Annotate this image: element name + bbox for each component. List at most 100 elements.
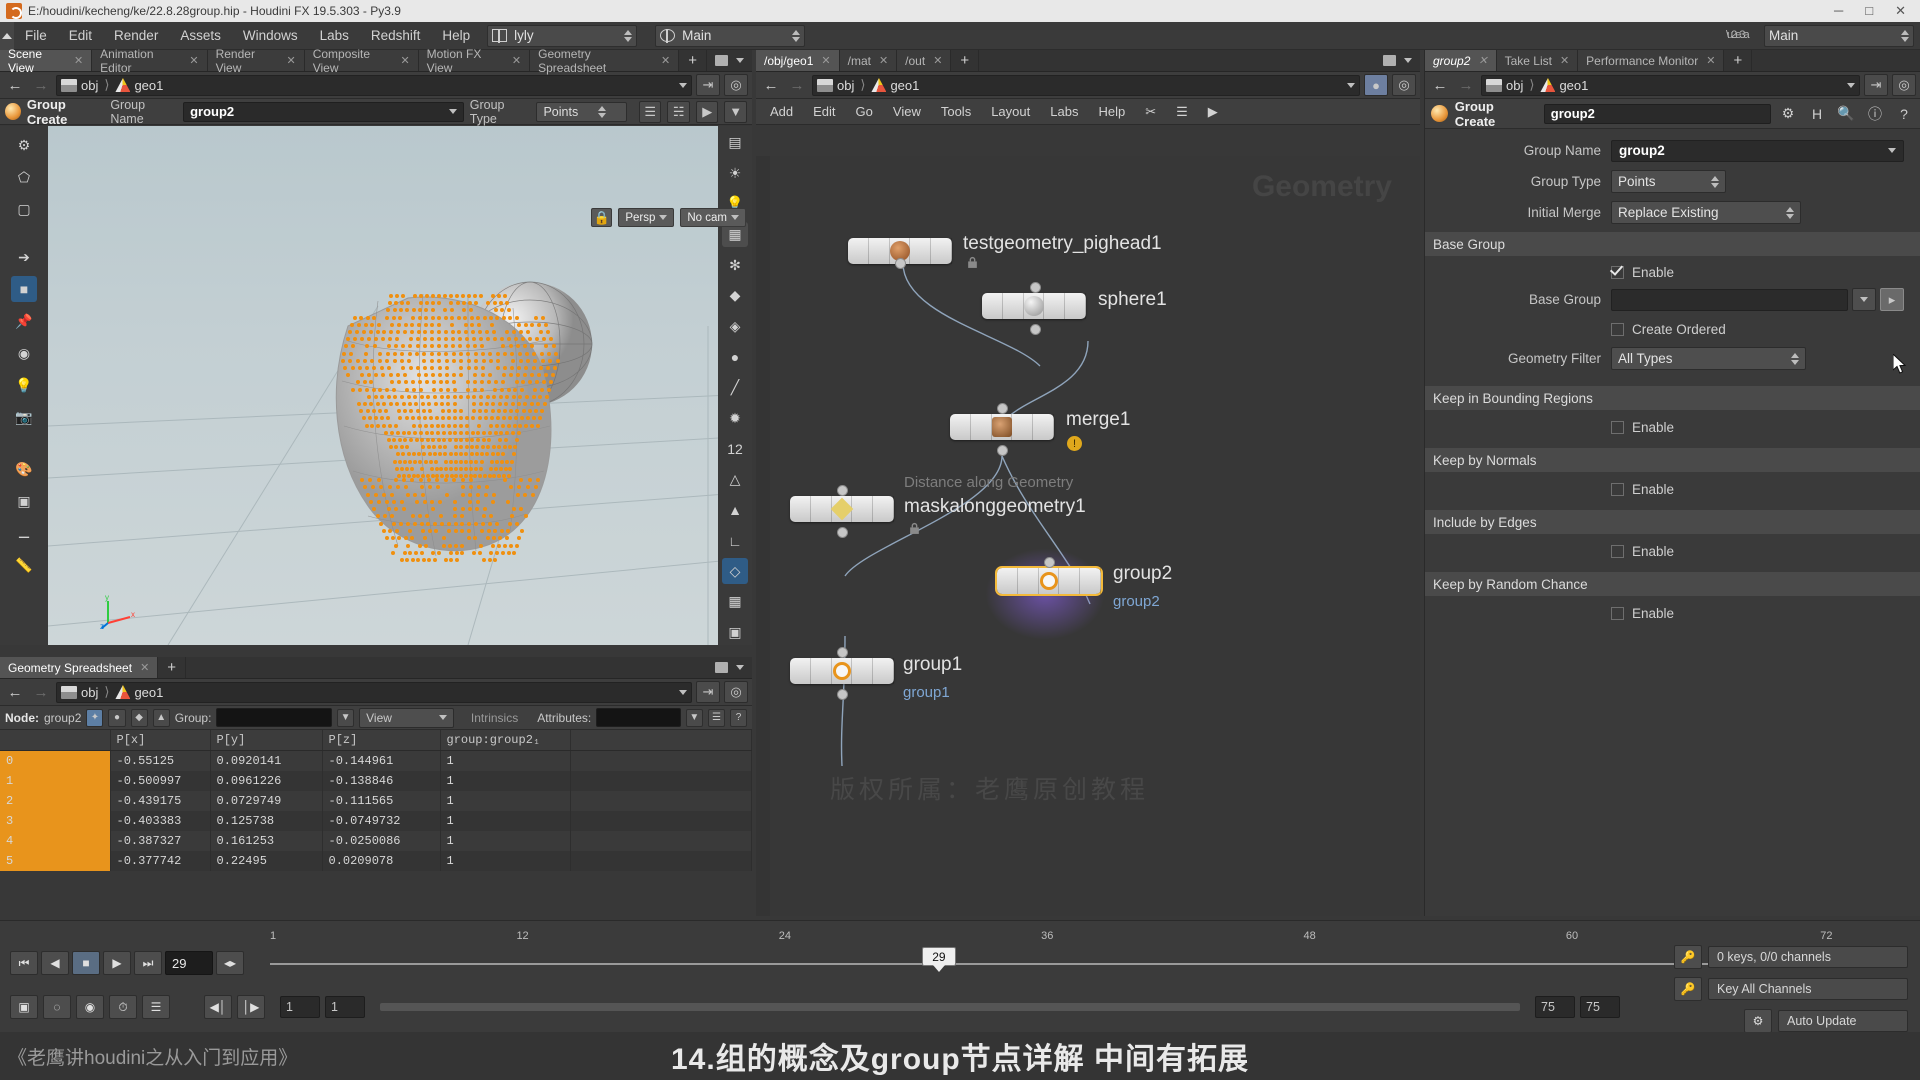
view-layout-icon[interactable]: ▤ [722, 130, 748, 156]
col-group[interactable]: group:group2₁ [440, 730, 571, 751]
node-merge1[interactable] [950, 414, 1054, 440]
table-row[interactable]: 1 -0.500997 0.0961226 -0.138846 1 [0, 771, 752, 791]
group-menu-button[interactable]: ▼ [724, 100, 747, 123]
path-chevron-down-icon[interactable] [1347, 82, 1355, 88]
path-chevron-down-icon[interactable] [679, 689, 687, 695]
tab-close-icon[interactable]: ✕ [1560, 54, 1569, 67]
tab-close-icon[interactable]: ✕ [661, 54, 670, 67]
help-icon[interactable]: ? [1894, 104, 1914, 124]
col-pz[interactable]: P[z] [322, 730, 441, 751]
jump-to-end-button[interactable]: ⏭ [134, 951, 162, 975]
group-name-input[interactable]: group2 [183, 101, 464, 122]
houdini-h-icon[interactable]: H [1807, 104, 1827, 124]
pane-selector[interactable]: Main [655, 24, 806, 47]
bake-tool-icon[interactable]: ▣ [11, 488, 37, 514]
menu-render[interactable]: Render [103, 22, 169, 50]
node-input-port[interactable] [837, 647, 848, 658]
parameter-path-field[interactable]: obj ⟩ geo1 [1481, 74, 1860, 96]
target-button[interactable]: ◎ [724, 74, 748, 96]
normals-icon[interactable]: ∟ [722, 528, 748, 554]
pane-spinner-icon[interactable] [792, 29, 801, 42]
range-start-input[interactable]: 1 [280, 996, 320, 1018]
tab-close-icon[interactable]: ✕ [879, 54, 888, 67]
section-keep-in-bounding-regions[interactable]: Keep in Bounding Regions [1425, 386, 1920, 410]
param-input-base-group[interactable] [1611, 288, 1848, 311]
vertices-filter-icon[interactable]: ● [108, 708, 126, 727]
camera-tool-icon[interactable]: 📷 [11, 404, 37, 430]
range-end-input[interactable]: 1 [325, 996, 365, 1018]
scene-viewport[interactable]: 🔒 Persp No cam y x z [48, 126, 752, 645]
point-marker-icon[interactable]: ● [722, 344, 748, 370]
funnel-filter-icon[interactable]: ▼ [337, 708, 355, 727]
maximize-pane-icon[interactable] [1383, 55, 1396, 66]
time-icon[interactable]: ⏱ [109, 995, 137, 1019]
tab-close-icon[interactable]: ✕ [286, 54, 295, 67]
add-tab-button[interactable]: + [951, 50, 980, 71]
group-align-button[interactable]: ☰ [638, 100, 662, 123]
target-button[interactable]: ◎ [724, 681, 748, 703]
play-button[interactable]: ▶ [103, 951, 131, 975]
points-filter-icon[interactable]: ✦ [86, 708, 104, 727]
tab-mat[interactable]: /mat ✕ [839, 50, 898, 71]
add-tab-button[interactable]: + [1724, 50, 1753, 71]
forward-arrow-icon[interactable]: → [1455, 75, 1477, 95]
pin-button[interactable]: ⇥ [696, 74, 720, 96]
spreadsheet-table-wrapper[interactable]: P[x] P[y] P[z] group:group2₁ 0 -0.55125 0.… [0, 730, 752, 912]
breadcrumb-obj[interactable]: obj ⟩ [1486, 77, 1536, 93]
table-row[interactable]: 3 -0.403383 0.125738 -0.0749732 1 [0, 811, 752, 831]
add-tab-button[interactable]: + [158, 657, 187, 678]
key-all-icon[interactable]: 🔑 [1674, 977, 1702, 1001]
info-icon[interactable]: ⓘ [1865, 104, 1885, 124]
col-px[interactable]: P[x] [110, 730, 211, 751]
scope-icon[interactable]: ◉ [76, 995, 104, 1019]
breadcrumb-geo1[interactable]: geo1 [1540, 78, 1588, 93]
network-left-rail[interactable] [756, 156, 770, 916]
tab-performance-monitor[interactable]: Performance Monitor ✕ [1578, 50, 1725, 71]
right-desktop-selector[interactable]: Main [1764, 24, 1914, 47]
tab-scene-view[interactable]: Scene View ✕ [0, 47, 93, 75]
network-menu-layout[interactable]: Layout [981, 99, 1040, 125]
parameter-op-name-input[interactable]: group2 [1543, 103, 1771, 124]
box-tool-icon[interactable]: ⬠ [11, 164, 37, 190]
group-filter-button[interactable]: ☵ [667, 100, 690, 123]
step-back-button[interactable]: ◀ [41, 951, 69, 975]
tab-close-icon[interactable]: ✕ [512, 54, 521, 67]
node-maskalonggeometry1[interactable] [790, 496, 894, 522]
window-minimize-button[interactable]: ─ [1834, 3, 1843, 19]
forward-arrow-icon[interactable]: → [786, 75, 808, 95]
pane-menu-chevron-down-icon[interactable] [736, 665, 744, 670]
group-type-dropdown[interactable]: Points [536, 101, 627, 122]
cube-tool-icon[interactable]: ▢ [11, 196, 37, 222]
view-mode-dropdown[interactable]: View [359, 707, 454, 728]
menu-windows[interactable]: Windows [232, 22, 309, 50]
forward-arrow-icon[interactable]: → [30, 682, 52, 702]
menu-scroll-up-icon[interactable] [0, 21, 14, 50]
pin-tool-icon[interactable]: 📌 [11, 308, 37, 334]
tab-close-icon[interactable]: ✕ [140, 661, 149, 674]
pin-button[interactable]: ⇥ [1864, 74, 1888, 96]
pane-menu-chevron-down-icon[interactable] [736, 58, 744, 63]
range-prev-key-icon[interactable]: ◀│ [204, 995, 232, 1019]
network-expand-icon[interactable]: ▶ [1198, 99, 1228, 125]
spreadsheet-path-field[interactable]: obj ⟩ geo1 [56, 681, 692, 703]
node-output-port[interactable] [837, 527, 848, 538]
vertex-select-icon[interactable]: ✹ [722, 405, 748, 431]
base-group-enable-checkbox[interactable] [1611, 265, 1624, 279]
measure-tool-icon[interactable]: 📏 [11, 552, 37, 578]
edge-select-icon[interactable]: ╱ [722, 375, 748, 401]
menu-assets[interactable]: Assets [169, 22, 232, 50]
attributes-input[interactable] [596, 708, 681, 727]
col-index[interactable] [0, 730, 111, 751]
autokey-icon[interactable]: ◌ [43, 995, 71, 1019]
node-input-port[interactable] [1044, 557, 1055, 568]
breadcrumb-geo1[interactable]: geo1 [115, 685, 163, 700]
warning-badge-icon[interactable]: ! [1067, 436, 1082, 451]
section-include-by-edges[interactable]: Include by Edges [1425, 510, 1920, 534]
add-tab-button[interactable]: + [679, 50, 707, 71]
tab-close-icon[interactable]: ✕ [1706, 54, 1715, 67]
search-icon[interactable]: 🔍 [1836, 104, 1856, 124]
tab-render-view[interactable]: Render View ✕ [207, 47, 305, 75]
viewport-camera-dropdown[interactable]: No cam [680, 208, 746, 227]
tab-geometry-spreadsheet-active[interactable]: Geometry Spreadsheet ✕ [0, 657, 159, 678]
node-output-port[interactable] [837, 689, 848, 700]
